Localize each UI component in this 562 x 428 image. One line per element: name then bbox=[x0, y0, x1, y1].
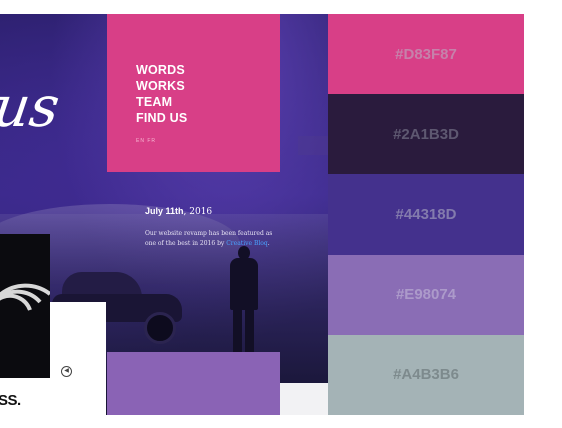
post-date: July 11th, 2016 bbox=[145, 206, 213, 217]
color-palette: #D83F87 #2A1B3D #44318D #E98074 #A4B3B6 bbox=[328, 14, 524, 415]
color-swatch[interactable]: #2A1B3D bbox=[328, 94, 524, 175]
nav-item-team[interactable]: TEAM bbox=[136, 94, 187, 110]
nav-item-find-us[interactable]: FIND US bbox=[136, 110, 187, 126]
bottom-heading: SS. bbox=[0, 392, 21, 409]
color-swatch-label: #D83F87 bbox=[395, 45, 457, 63]
post-link[interactable]: Creative Bloq bbox=[226, 240, 268, 247]
color-swatch-label: #A4B3B6 bbox=[393, 366, 459, 384]
color-swatch-label: #E98074 bbox=[395, 286, 457, 304]
color-swatch-label: #2A1B3D bbox=[393, 125, 459, 143]
grey-block bbox=[280, 383, 328, 415]
slider-prev-icon[interactable]: ◀ bbox=[61, 366, 72, 377]
news-post: July 11th, 2016 Our website revamp has b… bbox=[145, 206, 275, 248]
language-switcher[interactable]: EN FR bbox=[136, 138, 156, 144]
color-swatch-label: #44318D bbox=[395, 205, 457, 223]
nav-item-words[interactable]: WORDS bbox=[136, 62, 187, 78]
hero-script-title: us bbox=[0, 75, 64, 140]
color-swatch[interactable]: #E98074 bbox=[328, 254, 524, 335]
nav-menu: WORDS WORKS TEAM FIND US EN FR bbox=[107, 14, 280, 172]
person-silhouette bbox=[224, 246, 264, 366]
color-swatch[interactable]: #A4B3B6 bbox=[328, 334, 524, 415]
arcs-artwork bbox=[0, 283, 50, 311]
color-swatch[interactable]: #44318D bbox=[328, 174, 524, 255]
purple-block bbox=[107, 352, 280, 415]
post-body: Our website revamp has been featured as … bbox=[145, 230, 273, 247]
nav-item-works[interactable]: WORKS bbox=[136, 78, 187, 94]
color-swatch[interactable]: #D83F87 bbox=[328, 14, 524, 95]
